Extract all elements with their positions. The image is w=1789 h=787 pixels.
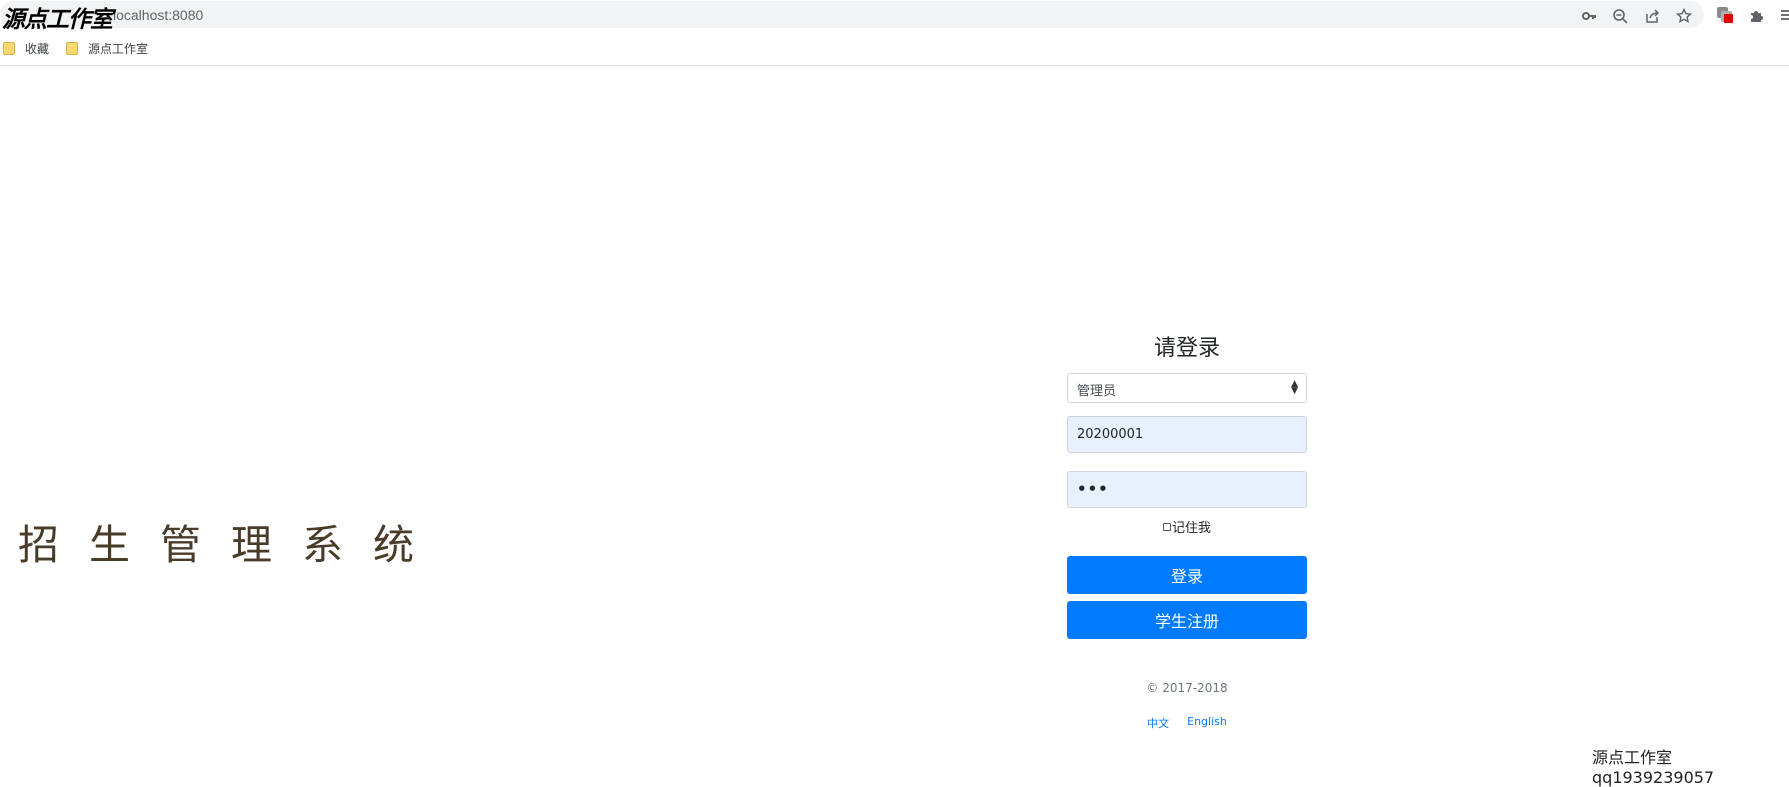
remember-label: 记住我 [1171, 521, 1211, 536]
bookmark-studio[interactable]: 源点工作室 [66, 39, 148, 57]
menu-icon[interactable] [1777, 6, 1789, 24]
bookmark-favorites[interactable]: 收藏 [3, 39, 49, 57]
watermark-bottom: 源点工作室qq1939239057 [1592, 748, 1715, 787]
remember-checkbox[interactable] [1162, 522, 1171, 531]
address-bar[interactable]: localhost:8080 [0, 1, 1704, 28]
copyright: © 2017-2018 [1146, 681, 1228, 695]
remember-me[interactable]: 记住我 [1067, 517, 1307, 536]
system-title: 招生管理系统 [18, 521, 444, 569]
language-switcher: 中文 English [1067, 715, 1307, 731]
login-title: 请登录 [1153, 336, 1220, 361]
username-input[interactable]: 20200001 [1067, 416, 1307, 453]
folder-icon [66, 41, 78, 55]
bookmarks-bar: 收藏 源点工作室 [0, 30, 1789, 66]
url-text[interactable]: localhost:8080 [113, 7, 203, 23]
login-button[interactable]: 登录 [1067, 556, 1307, 594]
browser-toolbar: localhost:8080 源点工作室 [0, 0, 1789, 33]
lang-chinese-link[interactable]: 中文 [1147, 715, 1169, 731]
bookmark-label: 源点工作室 [88, 41, 149, 56]
key-icon[interactable] [1580, 7, 1598, 25]
username-value: 20200001 [1077, 427, 1144, 442]
register-button[interactable]: 学生注册 [1067, 601, 1307, 639]
puzzle-icon[interactable] [1748, 6, 1766, 24]
folder-icon [3, 41, 15, 55]
zoom-out-icon[interactable] [1611, 7, 1629, 25]
role-selected: 管理员 [1077, 384, 1117, 399]
password-input[interactable]: ••• [1067, 471, 1307, 508]
role-select[interactable]: 管理员 ▲ ▼ [1067, 373, 1307, 403]
password-mask: ••• [1077, 480, 1109, 498]
lang-english-link[interactable]: English [1187, 715, 1227, 731]
profile-extension-icon[interactable] [1716, 6, 1734, 24]
share-icon[interactable] [1643, 7, 1661, 25]
select-arrows-icon: ▲ ▼ [1291, 379, 1298, 396]
star-icon[interactable] [1675, 7, 1693, 25]
watermark-top: 源点工作室 [2, 7, 113, 33]
bookmark-label: 收藏 [25, 41, 50, 56]
